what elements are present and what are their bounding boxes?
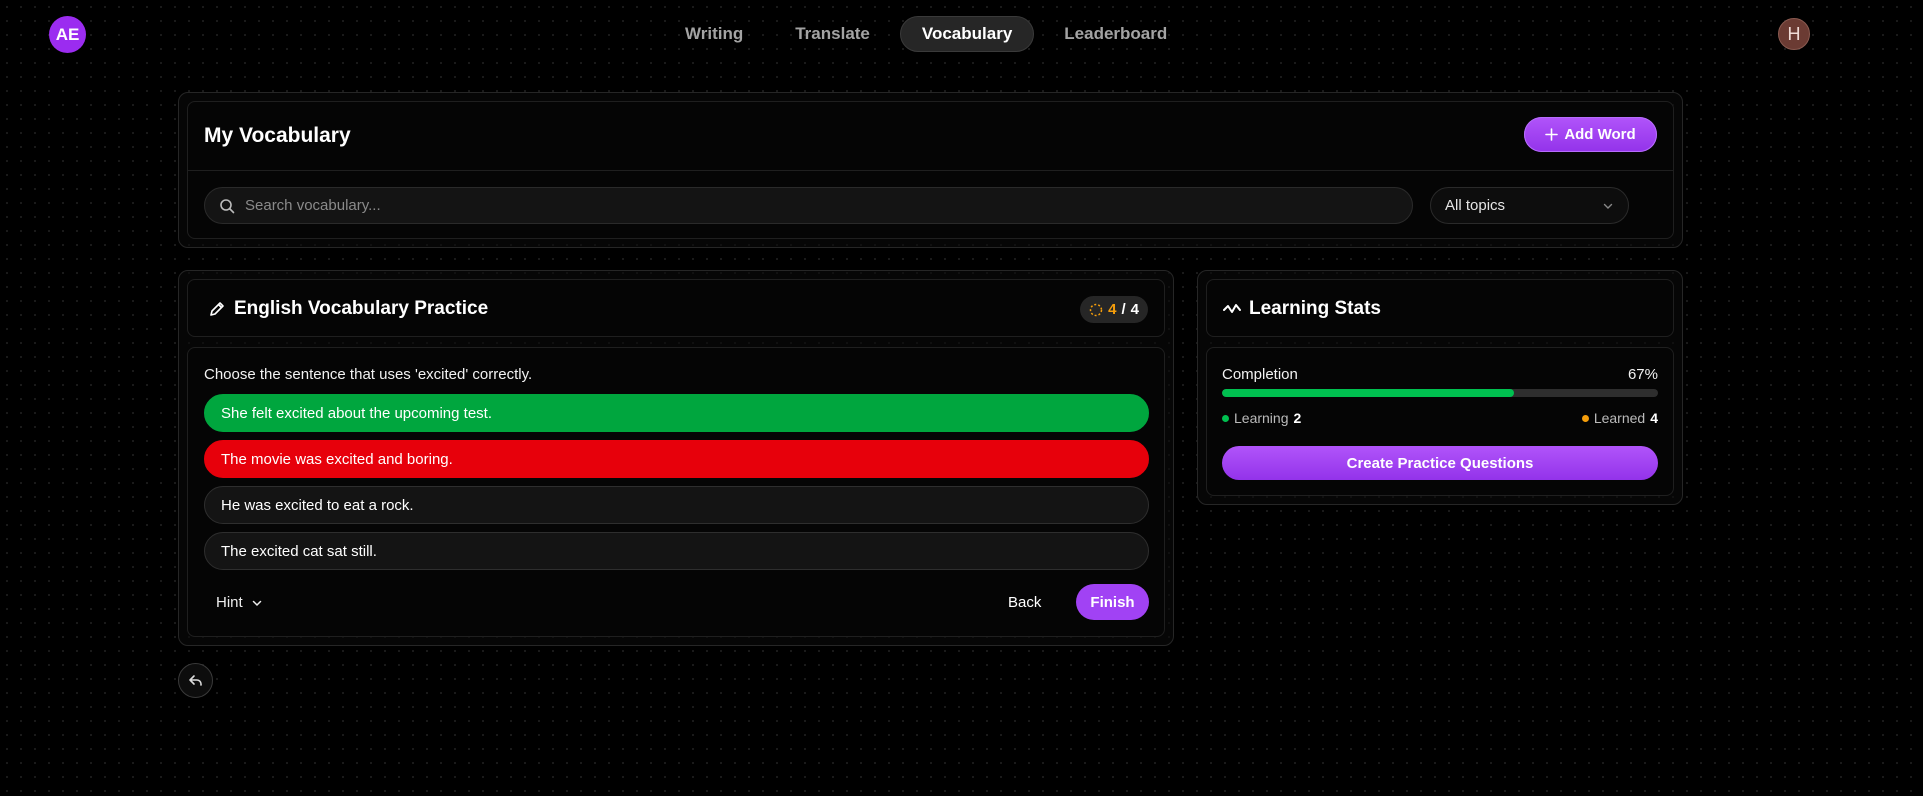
practice-title-text: English Vocabulary Practice (234, 298, 489, 319)
learning-count: 2 (1293, 410, 1302, 426)
completion-progress-bar (1222, 389, 1658, 397)
nav-tab-leaderboard[interactable]: Leaderboard (1042, 16, 1189, 52)
learning-dot-icon (1222, 414, 1229, 422)
answer-option-4[interactable]: The excited cat sat still. (204, 532, 1149, 570)
learned-count: 4 (1650, 410, 1658, 426)
answer-option-3[interactable]: He was excited to eat a rock. (204, 486, 1149, 524)
finish-button[interactable]: Finish (1076, 584, 1149, 620)
practice-section: English Vocabulary Practice 4 / 4 Choose… (178, 270, 1174, 646)
chevron-down-icon (1603, 203, 1613, 209)
learning-label: Learning (1234, 410, 1289, 426)
stats-body: Completion 67% Learning 2 Learned 4 Crea… (1206, 347, 1674, 496)
completion-progress-fill (1222, 389, 1515, 397)
vocabulary-section: My Vocabulary Add Word All topics (178, 92, 1683, 248)
plus-icon (1545, 128, 1559, 141)
nav-tab-writing[interactable]: Writing (663, 16, 765, 52)
search-icon (220, 198, 235, 213)
reply-icon (188, 674, 202, 686)
stats-header: Learning Stats (1206, 279, 1674, 337)
counter-total: 4 (1130, 301, 1139, 318)
practice-body: Choose the sentence that uses 'excited' … (187, 347, 1165, 637)
question-counter: 4 / 4 (1080, 296, 1148, 323)
header-divider (188, 170, 1673, 171)
search-box[interactable] (204, 187, 1413, 224)
practice-title: English Vocabulary Practice (208, 298, 488, 320)
nav-tab-vocabulary[interactable]: Vocabulary (899, 16, 1035, 52)
user-avatar[interactable]: H (1778, 18, 1810, 50)
vocabulary-card: My Vocabulary Add Word All topics (187, 101, 1674, 239)
learning-legend: Learning 2 (1222, 410, 1301, 426)
add-word-button[interactable]: Add Word (1524, 117, 1657, 152)
app-logo[interactable]: AE (49, 16, 86, 53)
hint-label: Hint (216, 594, 243, 611)
answer-option-2[interactable]: The movie was excited and boring. (204, 440, 1149, 478)
loading-icon (1089, 303, 1103, 316)
learned-dot-icon (1581, 414, 1589, 422)
learned-legend: Learned 4 (1581, 410, 1658, 426)
create-practice-questions-button[interactable]: Create Practice Questions (1222, 446, 1658, 480)
top-bar: AE Writing Translate Vocabulary Leaderbo… (0, 0, 1923, 66)
completion-value: 67% (1627, 366, 1658, 383)
chevron-down-icon (252, 600, 261, 606)
topic-filter-value: All topics (1445, 197, 1506, 214)
pencil-icon (210, 302, 224, 316)
question-text: Choose the sentence that uses 'excited' … (204, 366, 533, 383)
stats-title-text: Learning Stats (1249, 298, 1381, 319)
counter-current: 4 (1108, 301, 1117, 318)
search-input[interactable] (245, 197, 1385, 214)
undo-button[interactable] (178, 663, 213, 698)
add-word-label: Add Word (1564, 126, 1636, 143)
practice-header: English Vocabulary Practice 4 / 4 (187, 279, 1165, 337)
counter-separator: / (1121, 301, 1126, 318)
answer-option-1[interactable]: She felt excited about the upcoming test… (204, 394, 1149, 432)
hint-toggle[interactable]: Hint (216, 594, 263, 611)
back-button[interactable]: Back (1008, 594, 1041, 611)
main-nav: Writing Translate Vocabulary Leaderboard (663, 16, 1189, 52)
nav-tab-translate[interactable]: Translate (773, 16, 892, 52)
page-title: My Vocabulary (204, 124, 351, 147)
stats-section: Learning Stats Completion 67% Learning 2… (1197, 270, 1683, 505)
activity-icon (1223, 304, 1241, 313)
completion-label: Completion (1222, 366, 1298, 383)
topic-filter-select[interactable]: All topics (1430, 187, 1629, 224)
learned-label: Learned (1593, 410, 1646, 426)
stats-title: Learning Stats (1223, 298, 1381, 320)
